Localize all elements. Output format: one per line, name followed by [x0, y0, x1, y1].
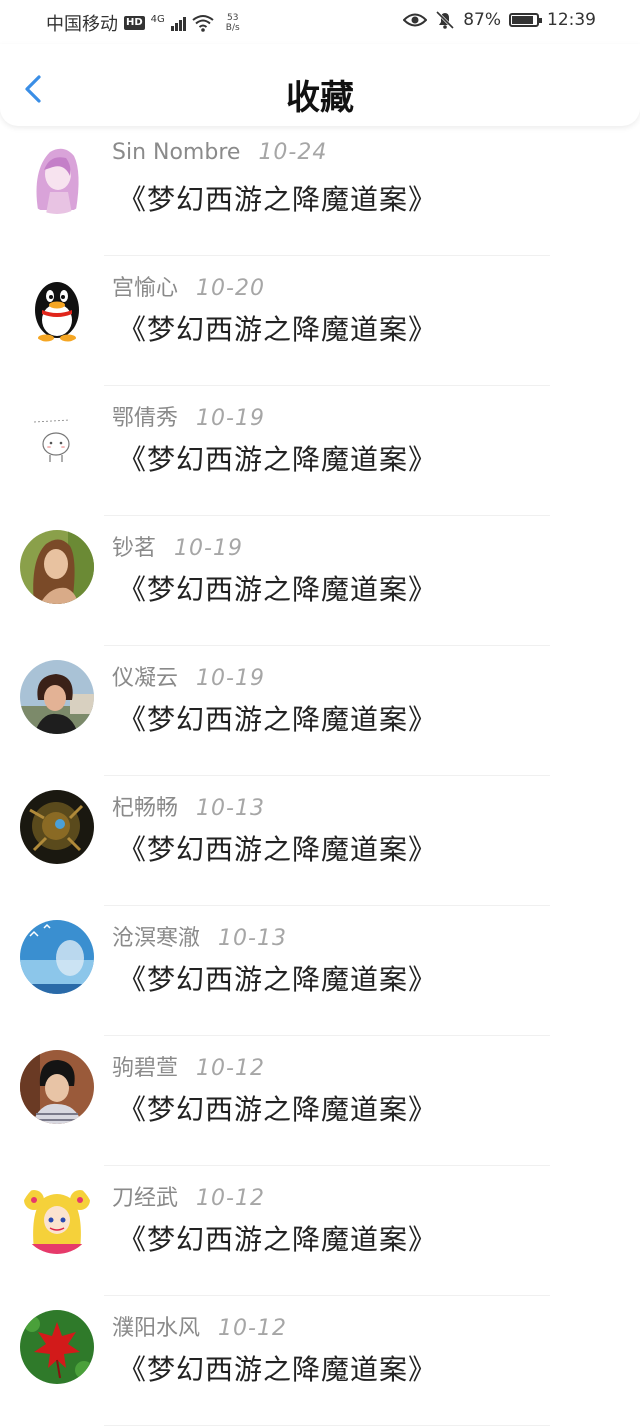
clock: 12:39 — [547, 10, 596, 30]
item-meta: Sin Nombre 10-24 — [112, 140, 327, 165]
user-name: 宫愉心 — [112, 276, 179, 301]
user-name: 驹碧萱 — [112, 1056, 179, 1081]
item-date: 10-13 — [196, 796, 265, 821]
item-date: 10-13 — [218, 926, 287, 951]
item-date: 10-19 — [174, 536, 243, 561]
carrier-label: 中国移动 — [46, 14, 118, 35]
net-speed-unit: B/s — [225, 23, 240, 33]
list-item[interactable]: 鄂倩秀 10-19 《梦幻西游之降魔道案》 — [0, 386, 640, 516]
item-date: 10-12 — [218, 1316, 287, 1341]
sky-scene-avatar[interactable] — [20, 920, 94, 994]
cartoon-doodle-avatar[interactable] — [20, 400, 94, 474]
boy-photo-avatar[interactable] — [20, 1050, 94, 1124]
item-date: 10-19 — [196, 666, 265, 691]
list-item[interactable]: 宫愉心 10-20 《梦幻西游之降魔道案》 — [0, 256, 640, 386]
list-item[interactable]: 驹碧萱 10-12 《梦幻西游之降魔道案》 — [0, 1036, 640, 1166]
list-item[interactable]: 濮阳水风 10-12 《梦幻西游之降魔道案》 — [0, 1296, 640, 1426]
status-bar: 中国移动 HD 4G 53 B/s 87% 12:39 — [0, 0, 640, 44]
item-meta: 钞茗 10-19 — [112, 530, 243, 562]
battery-percent: 87% — [463, 10, 501, 30]
signal-icon — [170, 15, 186, 31]
user-name: 钞茗 — [112, 536, 157, 561]
item-date: 10-24 — [258, 140, 328, 165]
battery-icon — [509, 13, 542, 27]
item-title: 《梦幻西游之降魔道案》 — [118, 1223, 438, 1256]
item-date: 10-12 — [196, 1186, 265, 1211]
item-title: 《梦幻西游之降魔道案》 — [118, 703, 438, 736]
item-title: 《梦幻西游之降魔道案》 — [118, 183, 438, 216]
net-speed-value: 53 — [227, 13, 239, 23]
maple-leaf-avatar[interactable] — [20, 1310, 94, 1384]
page-title: 收藏 — [286, 78, 354, 118]
net-speed: 53 B/s — [226, 13, 240, 33]
item-meta: 仪凝云 10-19 — [112, 660, 265, 692]
penguin-avatar[interactable] — [20, 270, 94, 344]
anime-girl-avatar[interactable] — [20, 140, 94, 214]
item-meta: 宫愉心 10-20 — [112, 270, 265, 302]
network-type: 4G — [150, 13, 165, 25]
mute-bell-icon — [436, 10, 455, 30]
nav-bar: 收藏 — [0, 44, 640, 126]
list-item[interactable]: 刀经武 10-12 《梦幻西游之降魔道案》 — [0, 1166, 640, 1296]
woman-photo-avatar[interactable] — [20, 530, 94, 604]
item-date: 10-12 — [196, 1056, 265, 1081]
user-name: 刀经武 — [112, 1186, 179, 1211]
item-title: 《梦幻西游之降魔道案》 — [118, 1353, 438, 1386]
person-photo-avatar[interactable] — [20, 660, 94, 734]
item-title: 《梦幻西游之降魔道案》 — [118, 963, 438, 996]
item-meta: 沧溟寒澈 10-13 — [112, 920, 287, 952]
item-title: 《梦幻西游之降魔道案》 — [118, 573, 438, 606]
item-date: 10-19 — [196, 406, 265, 431]
item-meta: 鄂倩秀 10-19 — [112, 400, 265, 432]
item-meta: 杞畅畅 10-13 — [112, 790, 265, 822]
list-item[interactable]: 仪凝云 10-19 《梦幻西游之降魔道案》 — [0, 646, 640, 776]
eye-icon — [403, 13, 428, 27]
user-name: 濮阳水风 — [112, 1316, 201, 1341]
item-title: 《梦幻西游之降魔道案》 — [118, 833, 438, 866]
user-name: Sin Nombre — [112, 140, 241, 165]
wifi-icon — [192, 15, 214, 32]
user-name: 杞畅畅 — [112, 796, 179, 821]
user-name: 仪凝云 — [112, 666, 179, 691]
list-item[interactable]: 杞畅畅 10-13 《梦幻西游之降魔道案》 — [0, 776, 640, 906]
item-date: 10-20 — [196, 276, 265, 301]
hd-icon: HD — [124, 16, 145, 30]
sailor-moon-avatar[interactable] — [20, 1180, 94, 1254]
item-title: 《梦幻西游之降魔道案》 — [118, 443, 438, 476]
list-item[interactable]: 钞茗 10-19 《梦幻西游之降魔道案》 — [0, 516, 640, 646]
list-item[interactable]: 沧溟寒澈 10-13 《梦幻西游之降魔道案》 — [0, 906, 640, 1036]
item-title: 《梦幻西游之降魔道案》 — [118, 313, 438, 346]
item-meta: 刀经武 10-12 — [112, 1180, 265, 1212]
item-meta: 濮阳水风 10-12 — [112, 1310, 287, 1342]
item-title: 《梦幻西游之降魔道案》 — [118, 1093, 438, 1126]
robot-avatar[interactable] — [20, 790, 94, 864]
user-name: 鄂倩秀 — [112, 406, 179, 431]
user-name: 沧溟寒澈 — [112, 926, 201, 951]
list-item[interactable]: Sin Nombre 10-24 《梦幻西游之降魔道案》 — [0, 126, 640, 256]
item-meta: 驹碧萱 10-12 — [112, 1050, 265, 1082]
favorites-list: Sin Nombre 10-24 《梦幻西游之降魔道案》 宫愉心 10-20 《… — [0, 126, 640, 1426]
